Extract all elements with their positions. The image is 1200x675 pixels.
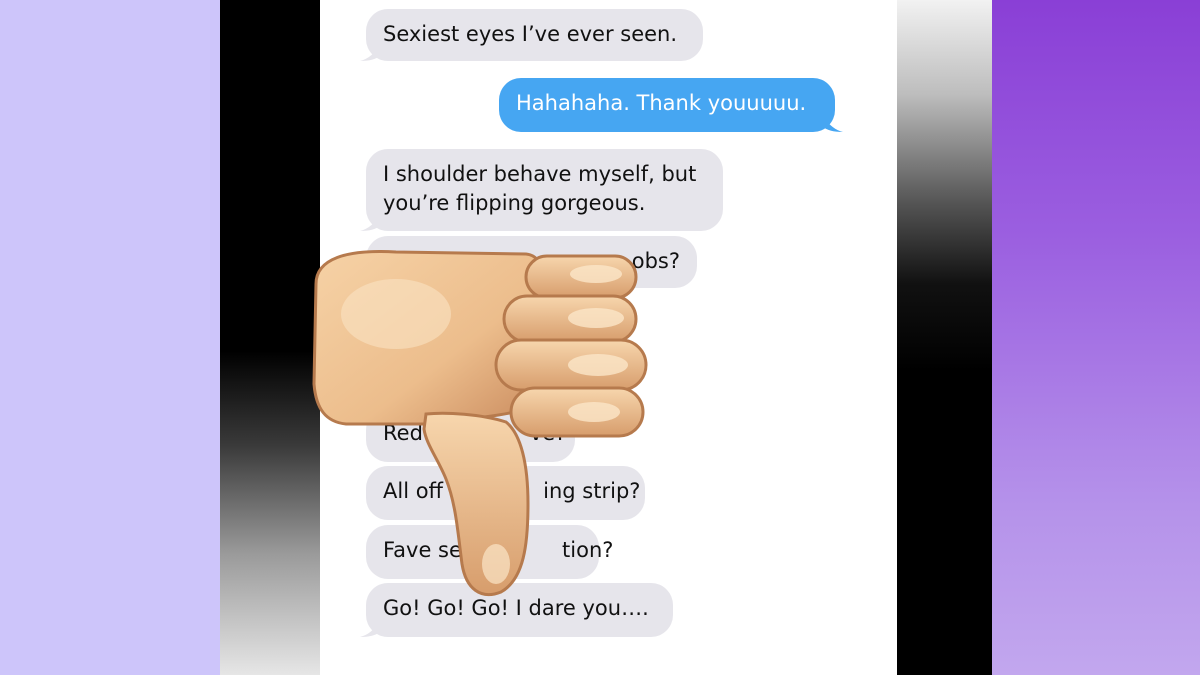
message-text-line-2: you’re flipping gorgeous. <box>383 191 646 215</box>
message-sent-1: Hahahaha. Thank youuuuu. <box>499 78 843 132</box>
thumbs-down-emoji-icon <box>312 250 648 597</box>
bubble-tail-icon <box>360 213 380 231</box>
message-received-2: I shoulder behave myself, but you’re fli… <box>360 149 723 231</box>
bubble-tail-icon <box>360 619 380 637</box>
left-background-panel <box>0 0 220 675</box>
left-gradient-band <box>220 0 320 675</box>
right-background-panel <box>992 0 1200 675</box>
message-text: Sexiest eyes I’ve ever seen. <box>383 22 678 46</box>
message-text-line-1: I shoulder behave myself, but <box>383 162 697 186</box>
bubble-tail-icon <box>360 43 380 61</box>
bubble-tail-icon <box>823 114 843 132</box>
message-text: Hahahaha. Thank youuuuu. <box>516 91 807 115</box>
message-received-1: Sexiest eyes I’ve ever seen. <box>360 9 703 61</box>
right-gradient-band <box>897 0 992 675</box>
message-text: Go! Go! Go! I dare you…. <box>383 596 649 620</box>
